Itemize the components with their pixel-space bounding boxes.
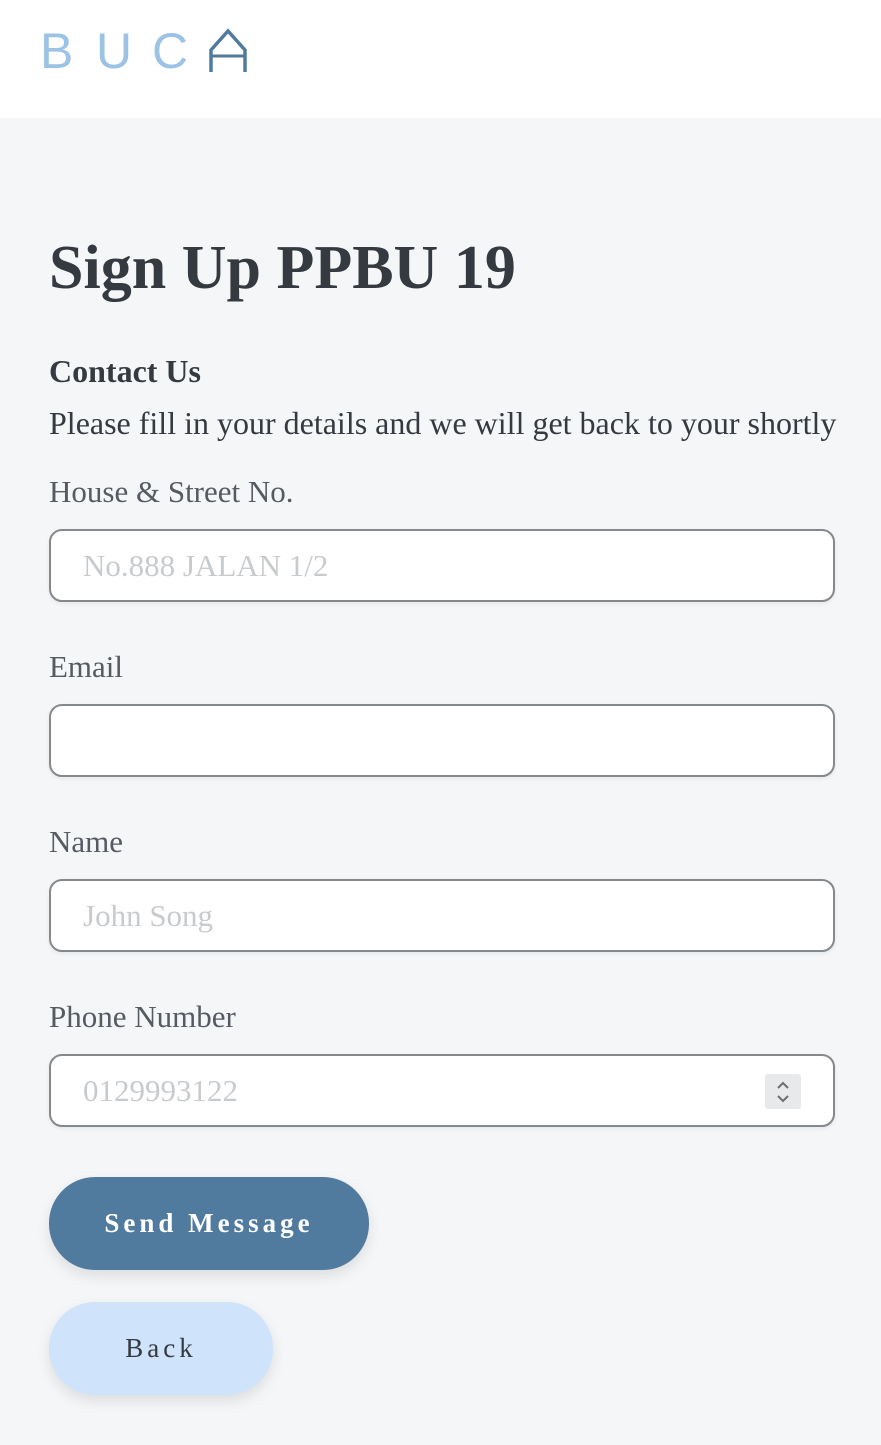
page-title: Sign Up PPBU 19 xyxy=(49,234,516,302)
logo-letter-a-icon xyxy=(209,28,247,72)
phone-input[interactable] xyxy=(49,1054,835,1127)
back-button[interactable]: Back xyxy=(49,1302,273,1395)
logo-letter-u: U xyxy=(96,23,133,79)
name-input[interactable] xyxy=(49,879,835,952)
spinner-chevrons-icon xyxy=(777,1081,789,1102)
logo-letter-b: B xyxy=(40,23,74,79)
site-header: B U C xyxy=(0,0,881,118)
logo-letter-c: C xyxy=(152,23,189,79)
number-spinner-icon[interactable] xyxy=(765,1074,801,1109)
intro-text: Please fill in your details and we will … xyxy=(49,405,837,441)
phone-label: Phone Number xyxy=(49,999,236,1034)
email-input[interactable] xyxy=(49,704,835,777)
name-label: Name xyxy=(49,824,124,859)
address-input[interactable] xyxy=(49,529,835,602)
send-message-button[interactable]: Send Message xyxy=(49,1177,369,1270)
buca-logo[interactable]: B U C xyxy=(40,23,248,79)
address-label: House & Street No. xyxy=(49,474,294,509)
email-label: Email xyxy=(49,649,124,684)
section-title: Contact Us xyxy=(49,353,201,389)
